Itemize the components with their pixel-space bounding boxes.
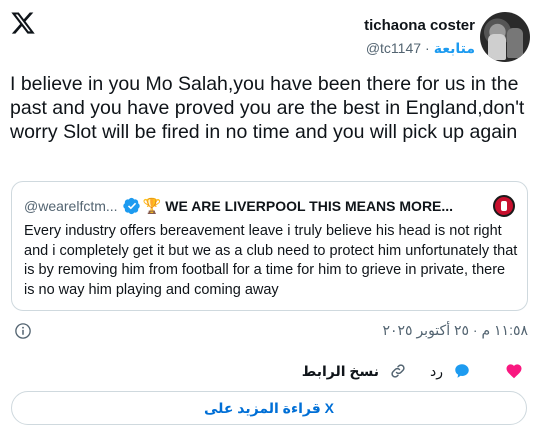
verified-badge-icon bbox=[122, 197, 140, 215]
author-avatar[interactable] bbox=[480, 12, 530, 62]
quoted-handle: @wearelfctm... bbox=[24, 198, 118, 214]
info-icon[interactable] bbox=[14, 322, 32, 340]
author-handle[interactable]: @tc1147 bbox=[366, 40, 421, 56]
read-more-button[interactable]: قراءة المزيد على X bbox=[11, 391, 527, 425]
quoted-text: Every industry offers bereavement leave … bbox=[24, 223, 518, 298]
tweet-timestamp[interactable]: ١١:٥٨ م · ٢٥ أكتوبر ٢٠٢٥ bbox=[382, 322, 528, 339]
x-logo-icon[interactable] bbox=[10, 10, 36, 36]
author-handle-row: @tc1147 · متابعة bbox=[366, 40, 475, 57]
quoted-avatar bbox=[493, 195, 515, 217]
separator-dot: · bbox=[425, 40, 430, 56]
trophy-icon: 🏆 bbox=[142, 198, 162, 215]
tweet-text: I believe in you Mo Salah,you have been … bbox=[10, 73, 525, 143]
reply-label[interactable]: رد bbox=[430, 363, 443, 380]
copy-link-label[interactable]: نسخ الرابط bbox=[302, 363, 379, 380]
embedded-tweet-card: tichaona coster @tc1147 · متابعة I believe… bbox=[0, 0, 545, 435]
follow-link[interactable]: متابعة bbox=[434, 40, 475, 56]
quoted-tweet[interactable]: @wearelfctm... 🏆 WE ARE LIVERPOOL THIS M… bbox=[11, 181, 528, 311]
author-display-name[interactable]: tichaona coster bbox=[364, 17, 475, 34]
quoted-tweet-header: @wearelfctm... 🏆 WE ARE LIVERPOOL THIS M… bbox=[24, 195, 515, 217]
quoted-name: WE ARE LIVERPOOL THIS MEANS MORE... bbox=[165, 198, 454, 214]
link-icon[interactable] bbox=[389, 362, 407, 380]
heart-icon[interactable] bbox=[505, 362, 523, 380]
tweet-actions: رد نسخ الرابط bbox=[0, 360, 545, 384]
reply-bubble-icon[interactable] bbox=[453, 362, 471, 380]
